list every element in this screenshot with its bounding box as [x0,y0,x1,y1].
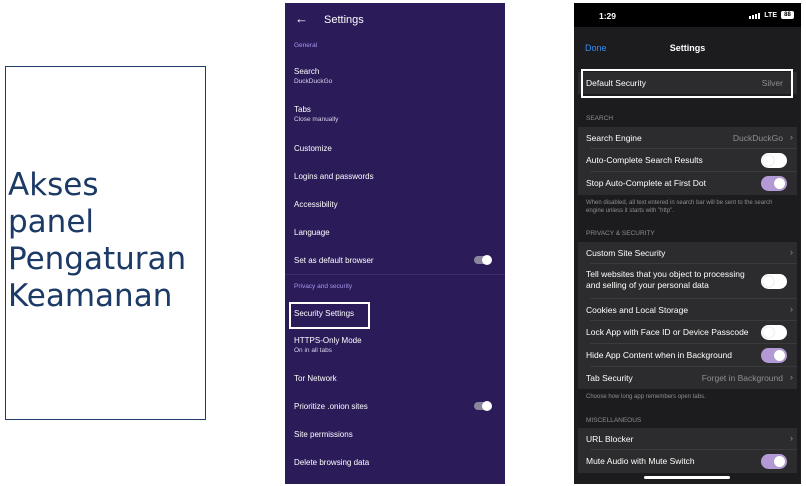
setting-tor-network[interactable]: Tor Network [294,374,499,383]
row-label: Custom Site Security [586,248,666,258]
setting-label: Customize [294,144,332,153]
setting-prioritize-onion[interactable]: Prioritize .onion sites [294,402,499,411]
android-settings-screen: ← Settings General Search DuckDuckGo Tab… [285,3,505,484]
highlight-box-default-security [581,69,793,98]
chevron-right-icon: › [790,433,793,443]
row-label: Stop Auto-Complete at First Dot [586,178,706,188]
android-top-bar: ← Settings [285,3,505,37]
row-label: Mute Audio with Mute Switch [586,456,695,466]
setting-site-permissions[interactable]: Site permissions [294,430,499,439]
chevron-right-icon: › [790,304,793,314]
caption-card: Akses panel Pengaturan Keamanan [5,66,206,420]
setting-label: Tabs [294,105,311,114]
chevron-right-icon: › [790,132,793,142]
setting-default-browser[interactable]: Set as default browser [294,256,499,265]
setting-https-only[interactable]: HTTPS-Only Mode On in all tabs [294,336,499,354]
row-label: Cookies and Local Storage [586,305,689,315]
home-indicator [644,476,730,479]
row-label: Auto-Complete Search Results [586,155,703,165]
setting-label: Accessibility [294,200,338,209]
row-search-engine[interactable]: Search Engine DuckDuckGo › [578,127,797,149]
status-time: 1:29 [599,11,617,21]
row-custom-site-security[interactable]: Custom Site Security › [578,242,797,264]
row-stop-auto-complete[interactable]: Stop Auto-Complete at First Dot [578,172,797,195]
setting-tabs[interactable]: Tabs Close manually [294,105,499,123]
row-mute-audio[interactable]: Mute Audio with Mute Switch [578,450,797,473]
network-type: LTE [764,12,777,19]
setting-label: Set as default browser [294,256,374,265]
stop-auto-complete-toggle[interactable] [761,176,787,191]
setting-label: Logins and passwords [294,172,374,181]
setting-label: Tor Network [294,374,337,383]
chevron-right-icon: › [790,247,793,257]
setting-label: Language [294,228,330,237]
arrow-left-icon[interactable]: ← [295,11,308,26]
setting-label: Search [294,67,320,76]
signal-icon [749,13,760,19]
setting-label: Site permissions [294,430,353,439]
row-lock-app[interactable]: Lock App with Face ID or Device Passcode [578,321,797,344]
setting-logins[interactable]: Logins and passwords [294,172,499,181]
chevron-right-icon: › [790,372,793,382]
setting-sub: Close manually [294,116,339,123]
setting-label: Delete browsing data [294,458,370,467]
status-bar: 1:29 LTE 88 [574,3,801,27]
row-value: Forget in Background [701,373,783,383]
row-value: DuckDuckGo [732,133,783,143]
prioritize-onion-toggle[interactable] [474,401,492,411]
auto-complete-toggle[interactable] [761,153,787,168]
row-label: Search Engine [586,133,642,143]
row-cookies-storage[interactable]: Cookies and Local Storage › [578,299,797,321]
highlight-box [289,302,370,329]
object-processing-toggle[interactable] [761,274,787,289]
section-search: Search [586,115,614,122]
privacy-footer-note: Choose how long app remembers open tabs. [586,394,706,400]
setting-label: HTTPS-Only Mode [294,336,362,345]
setting-accessibility[interactable]: Accessibility [294,200,499,209]
lock-app-toggle[interactable] [761,325,787,340]
row-label: Tab Security [586,373,633,383]
setting-search[interactable]: Search DuckDuckGo [294,67,499,85]
setting-sub: DuckDuckGo [294,78,333,85]
section-privacy: Privacy and security [294,283,353,290]
section-privacy: Privacy & Security [586,230,655,237]
setting-delete-browsing-data[interactable]: Delete browsing data [294,458,499,467]
row-label: Hide App Content when in Background [586,350,733,360]
setting-label: Prioritize .onion sites [294,402,368,411]
setting-language[interactable]: Language [294,228,499,237]
default-browser-toggle[interactable] [474,255,492,265]
section-general: General [294,42,318,49]
ios-page-title: Settings [669,43,706,53]
battery-icon: 88 [781,11,794,19]
row-auto-complete[interactable]: Auto-Complete Search Results [578,149,797,172]
divider [285,274,505,275]
setting-sub: On in all tabs [294,347,332,354]
row-hide-app-content[interactable]: Hide App Content when in Background [578,344,797,367]
row-tab-security[interactable]: Tab Security Forget in Background › [578,367,797,389]
caption-text: Akses panel Pengaturan Keamanan [8,167,187,314]
setting-customize[interactable]: Customize [294,144,499,153]
row-url-blocker[interactable]: URL Blocker › [578,428,797,450]
row-label: Lock App with Face ID or Device Passcode [586,327,749,337]
row-object-processing[interactable]: Tell websites that you object to process… [578,264,797,299]
done-button[interactable]: Done [585,43,607,53]
section-misc: Miscellaneous [586,417,642,424]
search-footer-note: When disabled, all text entered in searc… [586,200,773,214]
mute-audio-toggle[interactable] [761,454,787,469]
row-label: Tell websites that you object to process… [586,269,745,290]
hide-app-content-toggle[interactable] [761,348,787,363]
android-page-title: Settings [324,14,364,26]
row-label: URL Blocker [586,434,634,444]
